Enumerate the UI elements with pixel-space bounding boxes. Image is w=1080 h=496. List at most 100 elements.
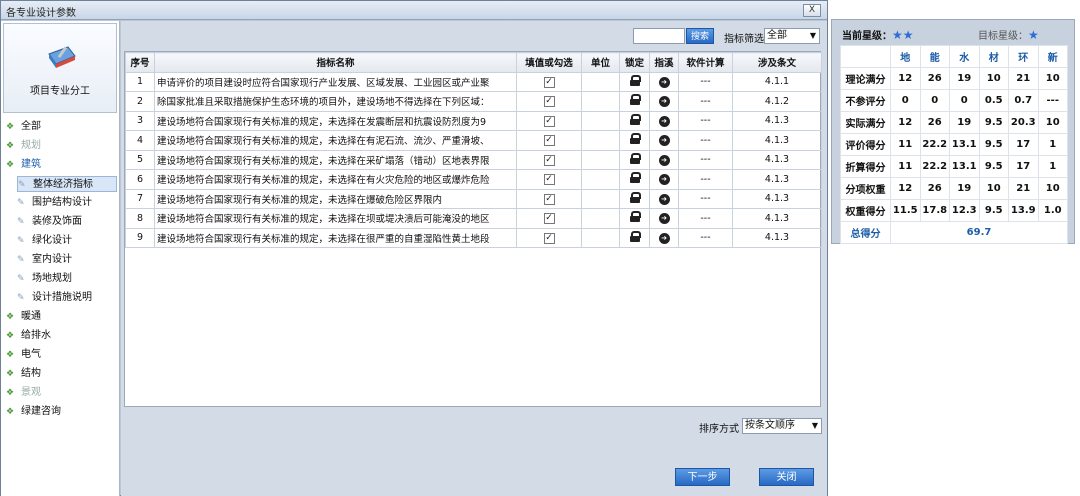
tree-item[interactable]: ✎ 装修及饰面 [17,214,82,230]
lock-cell[interactable] [619,169,650,190]
tree-item[interactable]: ✎ 围护结构设计 [17,195,92,211]
lock-cell[interactable] [619,149,650,170]
score-row-label: 分项权重 [840,177,891,200]
guide-arrow-icon[interactable]: ➜ [658,213,670,225]
filter-select[interactable]: 全部 ▼ [764,28,820,44]
guide-cell[interactable]: ➜ [649,110,679,131]
clause-ref: 4.1.3 [732,130,822,151]
value-cell[interactable]: ✓ [516,169,582,190]
checked-checkbox-icon[interactable]: ✓ [543,135,555,147]
tree-item[interactable]: ❖ 给排水 [6,328,51,344]
lock-cell[interactable] [619,227,650,248]
window-close-button[interactable]: X [803,4,821,17]
guide-cell[interactable]: ➜ [649,208,679,229]
lock-icon[interactable] [629,211,641,223]
tree-item[interactable]: ❖ 景观 [6,385,41,401]
value-cell[interactable]: ✓ [516,149,582,170]
close-button[interactable]: 关闭 [759,468,814,486]
checked-checkbox-icon[interactable]: ✓ [543,193,555,205]
lock-icon[interactable] [629,113,641,125]
lock-icon[interactable] [629,152,641,164]
tree-item-label: 场地规划 [32,273,72,284]
value-cell[interactable]: ✓ [516,130,582,151]
lock-cell[interactable] [619,130,650,151]
module-card[interactable]: 项目专业分工 [3,23,117,113]
guide-cell[interactable]: ➜ [649,149,679,170]
search-button[interactable]: 搜索 [686,28,714,44]
tree-item[interactable]: ✎ 整体经济指标 [17,176,117,192]
guide-cell[interactable]: ➜ [649,130,679,151]
value-cell[interactable]: ✓ [516,188,582,209]
table-row[interactable]: 7 建设场地符合国家现行有关标准的规定，未选择在爆破危险区界限内 ✓ ➜ --- 4.1.… [125,188,822,209]
tree-item[interactable]: ❖ 全部 [6,119,41,135]
table-row[interactable]: 9 建设场地符合国家现行有关标准的规定，未选择在很严重的自重湿陷性黄土地段 ✓ ➜ --… [125,227,822,248]
value-cell[interactable]: ✓ [516,91,582,112]
value-cell[interactable]: ✓ [516,227,582,248]
value-cell[interactable]: ✓ [516,71,582,92]
tree-item[interactable]: ✎ 室内设计 [17,252,72,268]
checked-checkbox-icon[interactable]: ✓ [543,154,555,166]
table-row[interactable]: 4 建设场地符合国家现行有关标准的规定，未选择在有泥石流、流沙、严重滑坡、 ✓ ➜ -… [125,130,822,151]
score-value: --- [1037,89,1068,112]
lock-icon[interactable] [629,191,641,203]
lock-cell[interactable] [619,91,650,112]
tree-item-label: 暖通 [21,311,41,322]
value-cell[interactable]: ✓ [516,208,582,229]
table-row[interactable]: 8 建设场地符合国家现行有关标准的规定，未选择在坝或堤决溃后可能淹没的地区 ✓ ➜ --… [125,208,822,229]
guide-cell[interactable]: ➜ [649,169,679,190]
lock-cell[interactable] [619,208,650,229]
tree-item[interactable]: ❖ 规划 [6,138,41,154]
tree-item[interactable]: ✎ 设计措施说明 [17,290,92,306]
lock-icon[interactable] [629,230,641,242]
tree-item[interactable]: ✎ 场地规划 [17,271,72,287]
guide-cell[interactable]: ➜ [649,91,679,112]
guide-cell[interactable]: ➜ [649,188,679,209]
checked-checkbox-icon[interactable]: ✓ [543,213,555,225]
lock-cell[interactable] [619,71,650,92]
guide-arrow-icon[interactable]: ➜ [658,115,670,127]
tree-item[interactable]: ❖ 结构 [6,366,41,382]
checked-checkbox-icon[interactable]: ✓ [543,76,555,88]
tree-item[interactable]: ❖ 建筑 [6,157,41,173]
clause-ref: 4.1.3 [732,227,822,248]
sort-select[interactable]: 按条文顺序 ▼ [742,418,822,434]
guide-arrow-icon[interactable]: ➜ [658,76,670,88]
lock-icon[interactable] [629,133,641,145]
guide-arrow-icon[interactable]: ➜ [658,193,670,205]
node-icon: ❖ [6,350,15,360]
tree-item[interactable]: ❖ 暖通 [6,309,41,325]
table-row[interactable]: 3 建设场地符合国家现行有关标准的规定，未选择在发震断层和抗震设防烈度为9 ✓ ➜ --… [125,110,822,131]
guide-arrow-icon[interactable]: ➜ [658,135,670,147]
guide-arrow-icon[interactable]: ➜ [658,154,670,166]
tree-item[interactable]: ✎ 绿化设计 [17,233,72,249]
guide-arrow-icon[interactable]: ➜ [658,232,670,244]
checked-checkbox-icon[interactable]: ✓ [543,232,555,244]
guide-arrow-icon[interactable]: ➜ [658,96,670,108]
lock-cell[interactable] [619,188,650,209]
lock-icon[interactable] [629,74,641,86]
score-value: 17.8 [919,199,950,222]
guide-arrow-icon[interactable]: ➜ [658,174,670,186]
next-button[interactable]: 下一步 [675,468,730,486]
table-row[interactable]: 2 除国家批准且采取措施保护生态环境的项目外，建设场地不得选择在下列区域： ✓ ➜ --… [125,91,822,112]
tree-item[interactable]: ❖ 电气 [6,347,41,363]
checked-checkbox-icon[interactable]: ✓ [543,115,555,127]
score-row-label: 评价得分 [840,133,891,156]
tree-item[interactable]: ❖ 绿建咨询 [6,404,61,420]
table-row[interactable]: 6 建设场地符合国家现行有关标准的规定，未选择在有火灾危险的地区或爆炸危险 ✓ ➜ --… [125,169,822,190]
score-value: 13.1 [949,155,980,178]
lock-icon[interactable] [629,94,641,106]
leaf-icon: ✎ [18,180,26,190]
score-value: 1.0 [1037,199,1068,222]
table-row[interactable]: 5 建设场地符合国家现行有关标准的规定，未选择在采矿塌落（错动）区地表界限 ✓ ➜ --… [125,149,822,170]
search-input[interactable] [633,28,685,44]
checked-checkbox-icon[interactable]: ✓ [543,96,555,108]
tree-item-label: 给排水 [21,330,51,341]
lock-cell[interactable] [619,110,650,131]
lock-icon[interactable] [629,172,641,184]
value-cell[interactable]: ✓ [516,110,582,131]
guide-cell[interactable]: ➜ [649,227,679,248]
table-row[interactable]: 1 申请评价的项目建设时应符合国家现行产业发展、区域发展、工业园区或产业聚 ✓ ➜ --… [125,71,822,92]
checked-checkbox-icon[interactable]: ✓ [543,174,555,186]
guide-cell[interactable]: ➜ [649,71,679,92]
